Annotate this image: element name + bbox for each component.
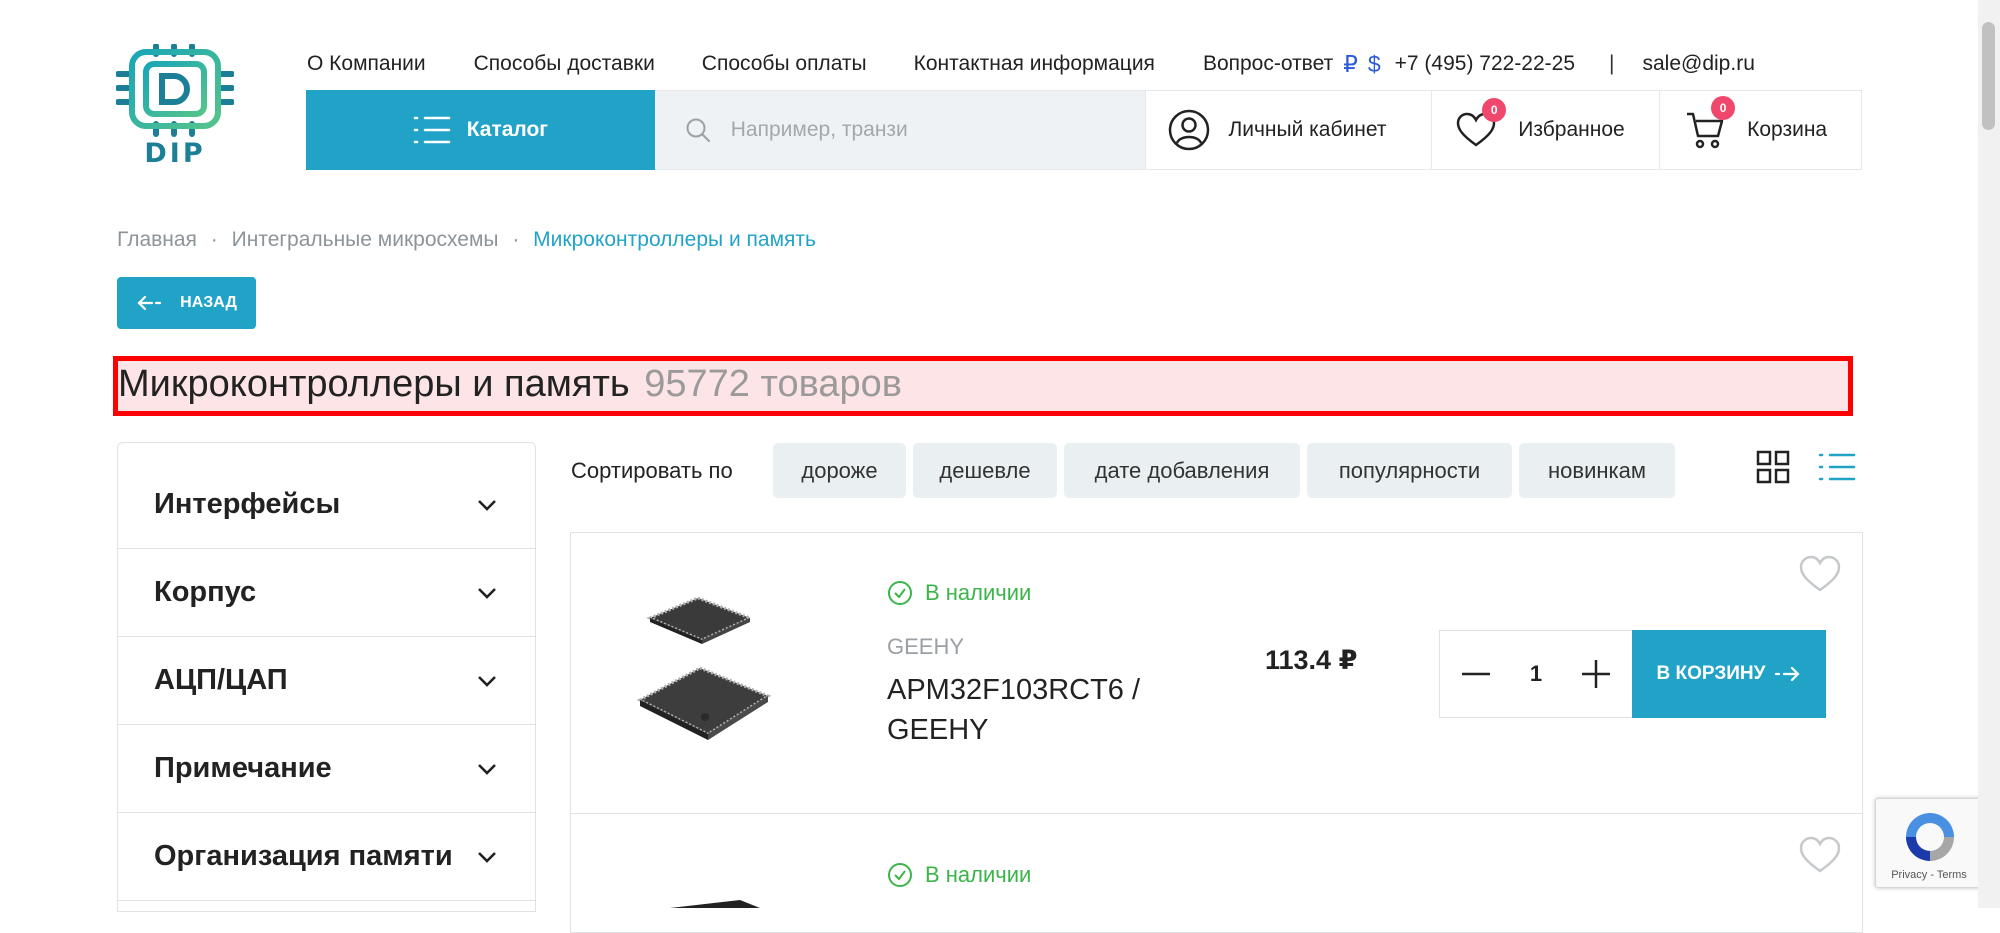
recaptcha-badge[interactable]: Privacy - Terms [1875,798,1983,888]
page-title-text: Микроконтроллеры и память [118,363,630,405]
nav-faq[interactable]: Вопрос-ответ [1203,52,1333,76]
search-input[interactable] [728,117,963,143]
filter-panel: Интерфейсы Корпус АЦП/ЦАП Примечание Орг… [117,442,536,912]
filter-label: Интерфейсы [154,488,341,520]
cart-icon: 0 [1685,96,1736,150]
nav-payment[interactable]: Способы оплаты [702,52,867,76]
filter-package[interactable]: Корпус [118,549,535,637]
product-count: 95772 товаров [644,363,902,405]
sort-price-asc[interactable]: дешевле [913,443,1057,498]
currency-rub-toggle[interactable]: ₽ [1343,51,1358,78]
product-image[interactable] [660,896,780,908]
add-to-cart-label: В КОРЗИНУ [1656,663,1766,684]
chevron-down-icon [478,499,496,511]
plus-icon[interactable] [1580,658,1612,690]
check-circle-icon [888,863,912,887]
list-view-icon[interactable] [1818,452,1856,482]
recaptcha-text[interactable]: Privacy - Terms [1876,869,1982,881]
breadcrumb-home[interactable]: Главная [117,228,197,251]
product-card [570,813,1863,933]
cart-label: Корзина [1747,118,1828,141]
quantity-stepper: 1 [1439,630,1633,718]
sort-newest[interactable]: новинкам [1519,443,1675,498]
filter-memory-organization[interactable]: Организация памяти [118,813,535,901]
menu-list-icon [413,116,450,144]
minus-icon[interactable] [1460,658,1492,690]
sort-popularity[interactable]: популярности [1307,443,1512,498]
cart-button[interactable]: 0 Корзина [1659,91,1861,169]
favorites-count-badge: 0 [1482,98,1507,122]
breadcrumb-separator: · [210,228,218,251]
stock-status: В наличии [887,862,1031,888]
favorite-heart-icon[interactable] [1799,555,1841,593]
stock-status: В наличии [887,580,1031,606]
catalog-button[interactable]: Каталог [306,90,655,170]
back-button[interactable]: НАЗАД [117,277,256,329]
favorites-button[interactable]: 0 Избранное [1431,91,1659,169]
breadcrumb-current[interactable]: Микроконтроллеры и память [533,228,816,251]
back-label: НАЗАД [180,294,237,311]
logo-text: DIP [144,138,206,169]
header-bar: Каталог Личный кабинет 0 Избранное [306,90,1862,170]
phone-link[interactable]: +7 (495) 722-22-25 [1395,52,1575,76]
sort-label: Сортировать по [571,458,733,483]
filter-label: Организация памяти [154,840,453,872]
breadcrumb-separator: · [512,228,520,251]
scrollbar-thumb[interactable] [1982,22,1995,130]
filter-label: Примечание [154,752,332,784]
search-icon [686,118,710,142]
check-circle-icon [888,581,912,605]
catalog-label: Каталог [466,118,549,141]
filter-label: Корпус [154,576,257,608]
search-box [654,91,1146,169]
product-price: 113.4 ₽ [1265,645,1358,675]
quantity-value[interactable]: 1 [1530,661,1542,687]
recaptcha-icon [1906,813,1954,861]
stock-label: В наличии [925,580,1032,605]
breadcrumb-integrated-circuits[interactable]: Интегральные микросхемы [232,228,499,251]
nav-separator: | [1609,52,1615,75]
account-label: Личный кабинет [1228,118,1387,141]
arrow-right-icon [1775,666,1801,682]
page-title: Микроконтроллеры и память 95772 товаров [118,356,902,412]
chevron-down-icon [478,763,496,775]
add-to-cart-button[interactable]: В КОРЗИНУ [1632,630,1826,718]
favorites-label: Избранное [1518,118,1625,141]
favorite-heart-icon[interactable] [1799,836,1841,874]
nav-about[interactable]: О Компании [307,52,426,76]
chevron-down-icon [478,851,496,863]
filter-interfaces[interactable]: Интерфейсы [118,461,535,549]
product-name[interactable]: APM32F103RCT6 / GEEHY [887,670,1217,750]
arrow-left-icon [137,295,162,311]
product-brand: GEEHY [887,634,965,659]
cart-count-badge: 0 [1711,96,1736,120]
email-link[interactable]: sale@dip.ru [1643,52,1755,76]
heart-icon: 0 [1456,98,1507,148]
filter-note[interactable]: Примечание [118,725,535,813]
breadcrumb: Главная · Интегральные микросхемы · Микр… [117,228,816,252]
filter-adc-dac[interactable]: АЦП/ЦАП [118,637,535,725]
currency-usd-toggle[interactable]: $ [1368,51,1381,78]
nav-contacts[interactable]: Контактная информация [914,52,1155,76]
filter-label: АЦП/ЦАП [154,664,288,696]
product-image[interactable] [630,590,800,760]
stock-label: В наличии [925,862,1032,887]
scrollbar[interactable] [1978,0,2000,908]
sort-price-desc[interactable]: дороже [773,443,906,498]
top-nav: О Компании Способы доставки Способы опла… [307,50,1755,78]
chevron-down-icon [478,675,496,687]
nav-delivery[interactable]: Способы доставки [474,52,655,76]
grid-view-icon[interactable] [1756,450,1790,484]
chevron-down-icon [478,587,496,599]
account-button[interactable]: Личный кабинет [1145,91,1431,169]
sort-date-added[interactable]: дате добавления [1064,443,1300,498]
user-icon [1169,109,1210,151]
